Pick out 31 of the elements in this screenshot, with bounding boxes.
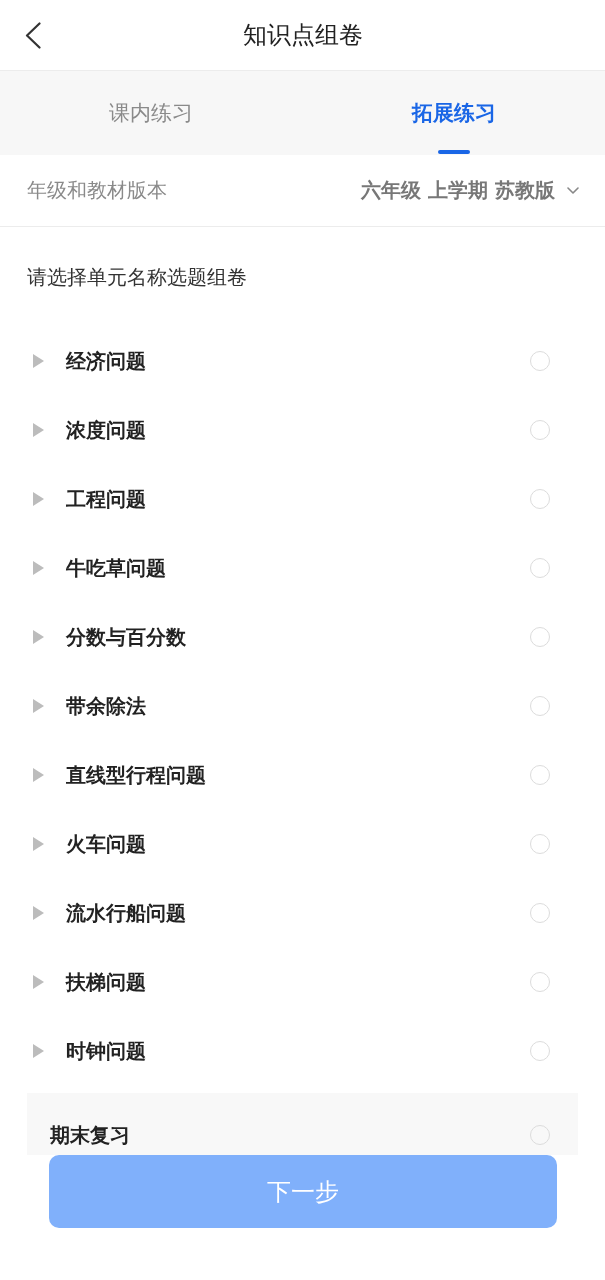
expand-caret-icon[interactable] <box>33 629 44 644</box>
grade-dropdown[interactable]: 六年级 上学期 苏教版 <box>361 177 579 204</box>
expand-caret-icon[interactable] <box>33 836 44 851</box>
unit-name[interactable]: 工程问题 <box>66 483 146 514</box>
unit-name[interactable]: 直线型行程问题 <box>66 759 206 790</box>
unit-name[interactable]: 扶梯问题 <box>66 966 146 997</box>
instruction-text: 请选择单元名称选题组卷 <box>27 264 248 291</box>
unit-name[interactable]: 流水行船问题 <box>66 897 186 928</box>
tab-underline <box>437 150 470 154</box>
expand-caret-icon[interactable] <box>33 422 44 437</box>
expand-caret-icon[interactable] <box>33 974 44 989</box>
unit-name[interactable]: 经济问题 <box>66 345 146 376</box>
expand-caret-icon[interactable] <box>33 560 44 575</box>
section-title[interactable]: 期末复习 <box>50 1120 130 1150</box>
unit-name[interactable]: 带余除法 <box>66 690 146 721</box>
unit-name[interactable]: 分数与百分数 <box>66 621 186 652</box>
expand-caret-icon[interactable] <box>33 1043 44 1058</box>
back-icon[interactable] <box>25 21 41 49</box>
unit-name[interactable]: 浓度问题 <box>66 414 146 445</box>
expand-caret-icon[interactable] <box>33 491 44 506</box>
unit-name[interactable]: 火车问题 <box>66 828 146 859</box>
expand-caret-icon[interactable] <box>33 905 44 920</box>
expand-caret-icon[interactable] <box>33 698 44 713</box>
page-title: 知识点组卷 <box>242 20 363 51</box>
expand-caret-icon[interactable] <box>33 353 44 368</box>
unit-name[interactable]: 时钟问题 <box>66 1035 146 1066</box>
expand-caret-icon[interactable] <box>33 767 44 782</box>
unit-name[interactable]: 牛吃草问题 <box>66 552 166 583</box>
chevron-down-icon <box>567 187 579 194</box>
tab[interactable]: 拓展练习 <box>302 71 605 155</box>
grade-label: 年级和教材版本 <box>27 177 167 204</box>
